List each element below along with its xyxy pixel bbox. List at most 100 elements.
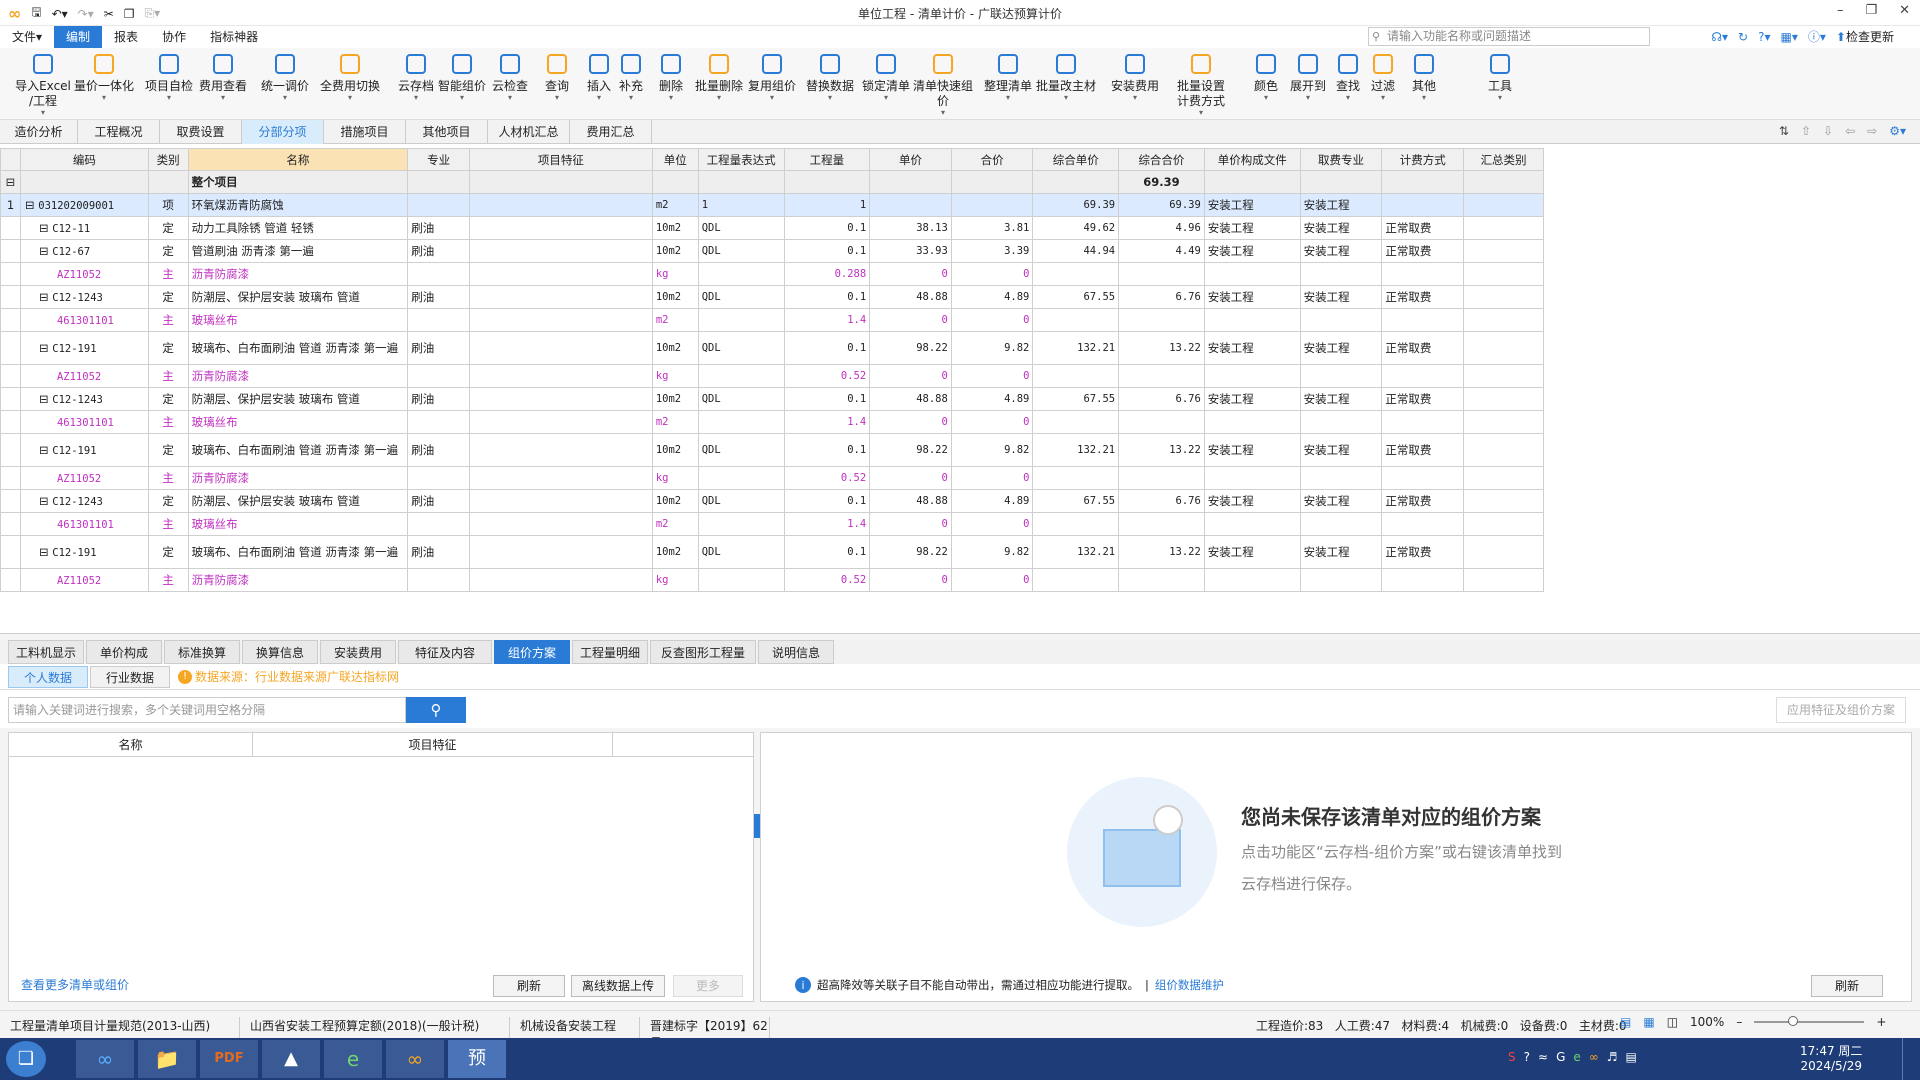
grid-cell[interactable]: 132.21: [1032, 535, 1120, 569]
ribbon-smart-pricing-button[interactable]: 智能组价 ▾: [436, 52, 488, 102]
grid-cell[interactable]: [1463, 331, 1544, 365]
grid-header-cell[interactable]: 编码: [19, 148, 149, 171]
grid-cell[interactable]: QDL: [697, 216, 785, 240]
grid-cell[interactable]: 0.288: [783, 262, 871, 286]
grid-cell[interactable]: [468, 535, 653, 569]
more-button[interactable]: 更多: [673, 975, 743, 997]
grid-cell[interactable]: 4.96: [1118, 216, 1205, 240]
grid-cell[interactable]: QDL: [697, 535, 785, 569]
ribbon-tools-button[interactable]: 工具 ▾: [1470, 52, 1530, 102]
grid-cell[interactable]: 4.89: [950, 387, 1034, 411]
grid-cell[interactable]: [1381, 262, 1465, 286]
view-mode-icon[interactable]: ▤: [1620, 1015, 1631, 1029]
grid-cell[interactable]: 玻璃布、白布面刷油 管道 沥青漆 第一遍: [187, 433, 409, 467]
ribbon-replace-data-button[interactable]: 替换数据 ▾: [804, 52, 856, 102]
grid-header-cell[interactable]: 专业: [407, 148, 470, 171]
table-row[interactable]: ⊟ C12-1243 定防潮层、保护层安装 玻璃布 管道 刷油 10m2 QDL 0.1 4…: [0, 489, 1544, 513]
grid-cell[interactable]: [0, 568, 21, 592]
grid-cell[interactable]: 沥青防腐漆: [187, 364, 409, 388]
detail-tab-1[interactable]: 单价构成: [86, 640, 162, 664]
grid-header-cell[interactable]: 单价构成文件: [1203, 148, 1301, 171]
grid-cell[interactable]: 正常取费: [1381, 489, 1465, 513]
grid-cell[interactable]: [0, 387, 21, 411]
grid-header-cell[interactable]: 名称: [187, 148, 409, 171]
grid-cell[interactable]: [1203, 410, 1301, 434]
grid-cell[interactable]: kg: [651, 466, 699, 490]
grid-cell[interactable]: 10m2: [651, 387, 699, 411]
grid-cell[interactable]: [697, 262, 785, 286]
grid-cell[interactable]: 动力工具除锈 管道 轻锈: [187, 216, 409, 240]
grid-cell[interactable]: 0: [869, 512, 952, 536]
grid-cell[interactable]: 48.88: [869, 285, 952, 309]
grid-cell[interactable]: 安装工程: [1203, 216, 1301, 240]
headset-icon[interactable]: ☊▾: [1711, 30, 1728, 44]
grid-header-cell[interactable]: [0, 148, 21, 171]
grid-cell[interactable]: 安装工程: [1299, 285, 1383, 309]
grid-cell[interactable]: [0, 285, 21, 309]
ribbon-full-fee-switch-button[interactable]: 全费用切换 ▾: [318, 52, 382, 102]
grid-cell[interactable]: AZ11052: [19, 466, 149, 490]
ribbon-other-button[interactable]: 其他 ▾: [1404, 52, 1444, 102]
grid-cell[interactable]: 1: [783, 193, 871, 217]
detail-tab-9[interactable]: 说明信息: [758, 640, 834, 664]
grid-cell[interactable]: 0.1: [783, 535, 871, 569]
grid-cell[interactable]: [468, 193, 653, 217]
ribbon-quick-pricing-button[interactable]: 清单快速组价 ▾: [908, 52, 978, 117]
grid-cell[interactable]: [407, 466, 470, 490]
ribbon-integration-button[interactable]: 量价一体化 ▾: [74, 52, 134, 102]
grid-cell[interactable]: [697, 410, 785, 434]
grid-cell[interactable]: [1118, 466, 1205, 490]
grid-cell[interactable]: [1381, 364, 1465, 388]
grid-header-cell[interactable]: 单位: [651, 148, 699, 171]
grid-cell[interactable]: [468, 410, 653, 434]
grid-header-cell[interactable]: 计费方式: [1381, 148, 1465, 171]
grid-cell[interactable]: [0, 262, 21, 286]
tray-help-icon[interactable]: ?: [1524, 1050, 1530, 1064]
grid-cell[interactable]: 正常取费: [1381, 216, 1465, 240]
grid-cell[interactable]: 0.1: [783, 285, 871, 309]
grid-cell[interactable]: 安装工程: [1203, 193, 1301, 217]
grid-cell[interactable]: [1118, 262, 1205, 286]
grid-cell[interactable]: [0, 308, 21, 332]
grid-cell[interactable]: QDL: [697, 239, 785, 263]
collapse-icon[interactable]: ⊟: [39, 290, 52, 304]
info-icon[interactable]: ⓘ▾: [1808, 28, 1826, 45]
grid-cell[interactable]: 44.94: [1032, 239, 1120, 263]
grid-cell[interactable]: [1463, 216, 1544, 240]
grid-cell[interactable]: 防潮层、保护层安装 玻璃布 管道: [187, 285, 409, 309]
grid-cell[interactable]: [1463, 387, 1544, 411]
grid-cell[interactable]: 沥青防腐漆: [187, 262, 409, 286]
grid-cell[interactable]: 正常取费: [1381, 433, 1465, 467]
grid-cell[interactable]: 0.1: [783, 331, 871, 365]
ribbon-self-check-button[interactable]: 项目自检 ▾: [144, 52, 194, 102]
ribbon-organize-list-button[interactable]: 整理清单 ▾: [982, 52, 1034, 102]
grid-cell[interactable]: [1463, 535, 1544, 569]
grid-cell[interactable]: [1463, 364, 1544, 388]
grid-cell[interactable]: kg: [651, 568, 699, 592]
left-refresh-button[interactable]: 刷新: [493, 975, 565, 997]
grid-cell[interactable]: 安装工程: [1299, 331, 1383, 365]
grid-cell[interactable]: 主: [147, 262, 189, 286]
grid-cell[interactable]: [1463, 433, 1544, 467]
start-button[interactable]: ❏: [6, 1041, 46, 1077]
tray-g-icon[interactable]: G: [1556, 1050, 1565, 1064]
grid-cell[interactable]: 0: [950, 466, 1034, 490]
grid-cell[interactable]: 刷油: [407, 489, 470, 513]
table-row[interactable]: AZ11052 主沥青防腐漆 kg 0.288 0 0: [0, 262, 1544, 286]
tray-cloud-icon[interactable]: ∞: [1589, 1050, 1599, 1064]
tray-signal-icon[interactable]: ▤: [1626, 1050, 1637, 1064]
grid-cell[interactable]: 定: [147, 239, 189, 263]
grid-cell[interactable]: 正常取费: [1381, 285, 1465, 309]
detail-tab-8[interactable]: 反查图形工程量: [650, 640, 756, 664]
grid-cell[interactable]: [407, 308, 470, 332]
table-row[interactable]: 1 ⊟ 031202009001 项环氧煤沥青防腐蚀 m2 1 1 69.39 69.39 安装…: [0, 193, 1544, 217]
grid-cell[interactable]: [1463, 308, 1544, 332]
close-icon[interactable]: ✕: [1899, 3, 1910, 18]
grid-cell[interactable]: kg: [651, 262, 699, 286]
grid-cell[interactable]: 98.22: [869, 331, 952, 365]
collapse-icon[interactable]: ⊟: [39, 443, 52, 457]
layout-icon[interactable]: ⇅: [1779, 124, 1789, 138]
grid-cell[interactable]: 10m2: [651, 285, 699, 309]
grid-cell[interactable]: [407, 364, 470, 388]
move-right-icon[interactable]: ⇨: [1867, 124, 1877, 138]
